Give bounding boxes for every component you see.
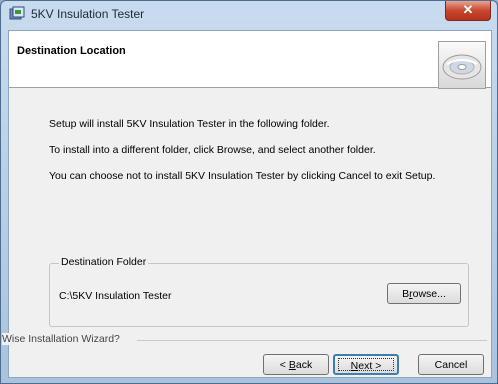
close-button[interactable]: ✕ bbox=[445, 1, 491, 21]
back-button[interactable]: < Back bbox=[263, 354, 329, 375]
installer-window: 5KV Insulation Tester ✕ Destination Loca… bbox=[0, 0, 498, 384]
destination-path: C:\5KV Insulation Tester bbox=[59, 290, 172, 302]
cancel-button[interactable]: Cancel bbox=[418, 354, 484, 375]
installer-app-icon bbox=[9, 6, 25, 20]
setup-info-text: Setup will install 5KV Insulation Tester… bbox=[49, 118, 330, 130]
wizard-panel: Destination Location Setup will install … bbox=[2, 30, 492, 378]
close-icon: ✕ bbox=[462, 2, 474, 17]
window-title: 5KV Insulation Tester bbox=[31, 7, 145, 21]
focus-ring: Next > bbox=[338, 358, 394, 372]
browse-info-text: To install into a different folder, clic… bbox=[49, 144, 376, 156]
destination-folder-label: Destination Folder bbox=[59, 256, 149, 268]
footer-divider bbox=[137, 340, 487, 341]
page-title: Destination Location bbox=[17, 45, 126, 57]
cancel-info-text: You can choose not to install 5KV Insula… bbox=[49, 170, 436, 182]
browse-button[interactable]: Browse... bbox=[387, 283, 461, 304]
destination-folder-group: Destination Folder C:\5KV Insulation Tes… bbox=[49, 256, 469, 327]
cd-disc-icon bbox=[438, 41, 486, 89]
title-bar[interactable]: 5KV Insulation Tester ✕ bbox=[1, 1, 497, 29]
wizard-brand-label: Wise Installation Wizard? bbox=[2, 333, 124, 345]
next-button[interactable]: Next > bbox=[333, 354, 399, 375]
wizard-header: Destination Location bbox=[9, 31, 491, 89]
